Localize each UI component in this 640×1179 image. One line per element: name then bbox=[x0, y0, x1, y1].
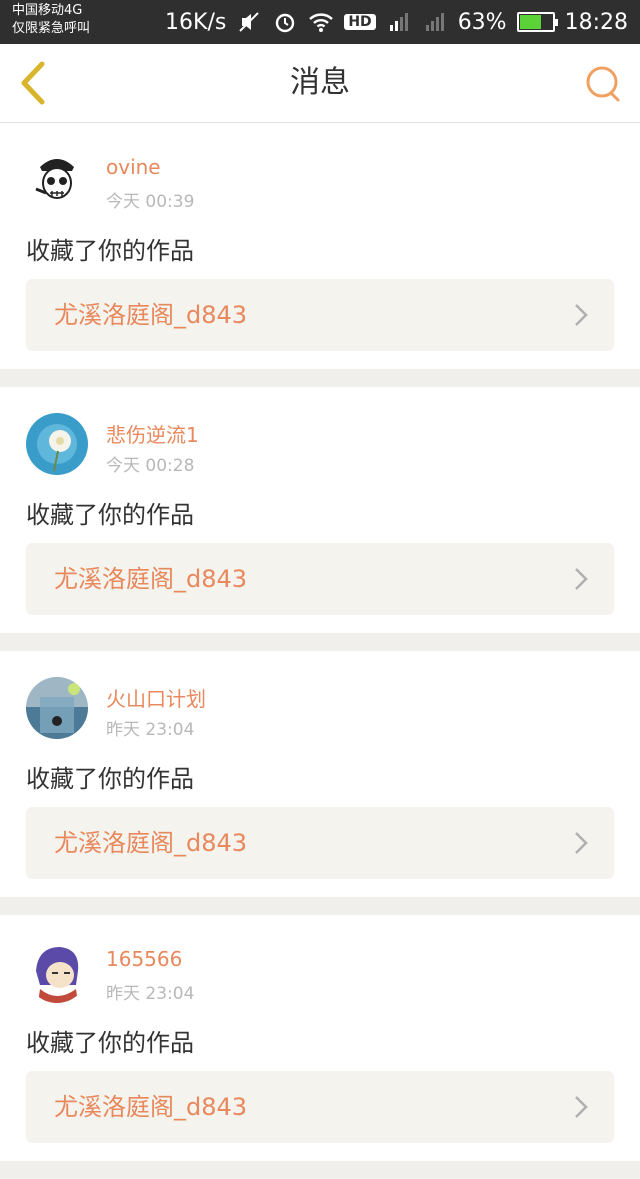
work-title: 尤溪洛庭阁_d843 bbox=[54, 565, 248, 593]
chevron-right-icon bbox=[575, 832, 588, 854]
alarm-icon bbox=[276, 13, 295, 33]
wifi-icon bbox=[309, 13, 334, 32]
work-title: 尤溪洛庭阁_d843 bbox=[54, 301, 248, 329]
chevron-right-icon bbox=[575, 1096, 588, 1118]
username[interactable]: ovine bbox=[106, 155, 161, 179]
emergency-only: 仅限紧急呼叫 bbox=[12, 21, 91, 36]
signal-icon bbox=[389, 13, 408, 31]
work-link[interactable]: 尤溪洛庭阁_d843 bbox=[26, 543, 614, 615]
timestamp: 今天 00:28 bbox=[106, 456, 195, 476]
username[interactable]: 悲伤逆流1 bbox=[106, 419, 199, 448]
message-list: ovine 今天 00:39 收藏了你的作品 尤溪洛庭阁_d843 悲伤逆流1 … bbox=[0, 123, 640, 1179]
chevron-right-icon bbox=[575, 304, 588, 326]
action-text: 收藏了你的作品 bbox=[26, 765, 194, 793]
avatar[interactable] bbox=[26, 413, 88, 475]
action-text: 收藏了你的作品 bbox=[26, 237, 194, 265]
message-card: 悲伤逆流1 今天 00:28 收藏了你的作品 尤溪洛庭阁_d843 bbox=[0, 387, 640, 633]
username[interactable]: 火山口计划 bbox=[106, 683, 206, 712]
avatar[interactable] bbox=[26, 677, 88, 739]
chevron-right-icon bbox=[575, 568, 588, 590]
silent-icon bbox=[239, 12, 260, 32]
battery-icon bbox=[516, 12, 558, 32]
username[interactable]: 165566 bbox=[106, 947, 182, 971]
message-card: 火山口计划 昨天 23:04 收藏了你的作品 尤溪洛庭阁_d843 bbox=[0, 651, 640, 897]
timestamp: 今天 00:39 bbox=[106, 192, 195, 212]
carrier-name: 中国移动4G bbox=[12, 3, 83, 18]
search-icon[interactable] bbox=[584, 64, 624, 104]
carrier-info: 中国移动4G 仅限紧急呼叫 bbox=[12, 2, 90, 38]
action-text: 收藏了你的作品 bbox=[26, 501, 194, 529]
hd-badge: HD bbox=[344, 14, 376, 30]
action-text: 收藏了你的作品 bbox=[26, 1029, 194, 1057]
timestamp: 昨天 23:04 bbox=[106, 720, 195, 740]
work-link[interactable]: 尤溪洛庭阁_d843 bbox=[26, 1071, 614, 1143]
avatar[interactable] bbox=[26, 149, 88, 211]
work-title: 尤溪洛庭阁_d843 bbox=[54, 1093, 248, 1121]
timestamp: 昨天 23:04 bbox=[106, 984, 195, 1004]
work-link[interactable]: 尤溪洛庭阁_d843 bbox=[26, 807, 614, 879]
work-link[interactable]: 尤溪洛庭阁_d843 bbox=[26, 279, 614, 351]
page-title: 消息 bbox=[290, 65, 350, 100]
message-card: 165566 昨天 23:04 收藏了你的作品 尤溪洛庭阁_d843 bbox=[0, 915, 640, 1161]
message-card: ovine 今天 00:39 收藏了你的作品 尤溪洛庭阁_d843 bbox=[0, 123, 640, 369]
net-speed: 16K/s bbox=[165, 9, 227, 35]
status-icons: 16K/s HD 63% 18:28 bbox=[165, 0, 628, 44]
status-bar: 中国移动4G 仅限紧急呼叫 16K/s HD 63% 18:28 bbox=[0, 0, 640, 44]
work-title: 尤溪洛庭阁_d843 bbox=[54, 829, 248, 857]
battery-percent: 63% bbox=[457, 9, 507, 35]
signal-2-icon bbox=[425, 13, 444, 31]
clock: 18:28 bbox=[564, 9, 628, 35]
avatar[interactable] bbox=[26, 941, 88, 1003]
nav-bar: 消息 bbox=[0, 44, 640, 123]
